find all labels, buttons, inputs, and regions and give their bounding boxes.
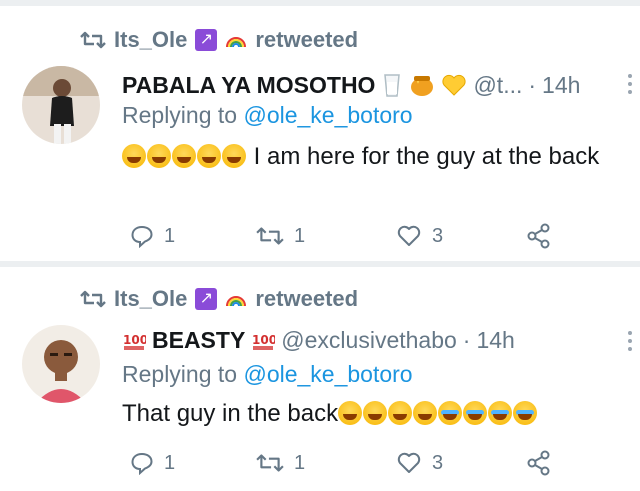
tweet-text: I am here for the guy at the back: [122, 140, 622, 174]
timestamp[interactable]: 14h: [542, 72, 580, 99]
tweet-text: That guy in the back: [122, 397, 622, 431]
retweet-button[interactable]: 1: [256, 225, 305, 248]
more-icon[interactable]: [628, 74, 632, 94]
retweeted-label: retweeted: [255, 27, 359, 52]
replying-to: Replying to @ole_ke_botoro: [122, 361, 413, 391]
share-button[interactable]: [526, 223, 552, 249]
retweet-icon: [256, 454, 284, 472]
separator-dot: ·: [528, 71, 537, 98]
hundred-icon: 100: [252, 333, 275, 350]
separator-dot: ·: [462, 326, 471, 353]
avatar[interactable]: [22, 66, 100, 144]
like-icon: [397, 452, 421, 473]
reply-icon: [131, 452, 153, 475]
action-bar: 1 1 3: [122, 447, 562, 479]
retweet-count: 1: [294, 451, 306, 474]
tweet-card[interactable]: Its_Ole ↗ retweeted PABALA YA MOSOTHO @t…: [0, 6, 640, 261]
milk-icon: [384, 74, 401, 97]
mention-link[interactable]: @ole_ke_botoro: [243, 361, 412, 387]
display-name[interactable]: BEASTY: [152, 327, 245, 354]
timestamp[interactable]: 14h: [476, 327, 514, 354]
reply-icon: [131, 225, 153, 248]
like-count: 3: [432, 451, 444, 474]
yellow-heart-icon: [442, 74, 467, 96]
replying-to-label: Replying to: [122, 102, 238, 128]
retweet-context: Its_Ole ↗ retweeted: [80, 285, 358, 313]
display-name[interactable]: PABALA YA MOSOTHO: [122, 72, 375, 99]
like-icon: [397, 225, 421, 246]
retweet-icon: [80, 31, 106, 49]
retweet-count: 1: [294, 224, 306, 247]
sagittarius-icon: ↗: [195, 288, 218, 310]
reply-button[interactable]: 1: [130, 451, 175, 475]
laughing-emoji-group: [122, 143, 247, 170]
hundred-icon: 100: [123, 333, 146, 350]
mention-link[interactable]: @ole_ke_botoro: [243, 102, 412, 128]
avatar-photo: [22, 325, 100, 403]
replying-to-label: Replying to: [122, 361, 238, 387]
tweet-text-content: I am here for the guy at the back: [253, 143, 600, 170]
honey-pot-icon: [411, 76, 434, 96]
sagittarius-icon: ↗: [195, 29, 218, 51]
share-icon: [527, 223, 550, 249]
action-bar: 1 1 3: [122, 220, 562, 252]
more-icon[interactable]: [628, 331, 632, 351]
like-button[interactable]: 3: [396, 224, 443, 248]
like-button[interactable]: 3: [396, 451, 443, 475]
retweeter-name[interactable]: Its_Ole: [114, 286, 187, 312]
tweet-header: 100 BEASTY 100 @exclusivethabo · 14h: [122, 325, 515, 355]
replying-to: Replying to @ole_ke_botoro: [122, 102, 413, 132]
rainbow-icon: [226, 296, 247, 307]
svg-text:100: 100: [123, 333, 146, 347]
retweet-icon: [80, 290, 106, 308]
share-button[interactable]: [526, 450, 552, 476]
handle[interactable]: @t...: [473, 72, 522, 99]
like-count: 3: [432, 224, 444, 247]
reply-button[interactable]: 1: [130, 224, 175, 248]
share-icon: [527, 450, 550, 476]
retweeter-name[interactable]: Its_Ole: [114, 27, 187, 53]
tweet-header: PABALA YA MOSOTHO @t... · 14h: [122, 70, 580, 100]
retweet-icon: [256, 227, 284, 245]
retweeted-label: retweeted: [255, 286, 359, 311]
laughing-emoji-group: [338, 400, 538, 427]
reply-count: 1: [164, 451, 176, 474]
avatar-photo: [22, 66, 100, 144]
tweet-text-content: That guy in the back: [122, 400, 339, 427]
handle[interactable]: @exclusivethabo: [281, 327, 457, 354]
avatar[interactable]: [22, 325, 100, 403]
svg-text:100: 100: [252, 333, 275, 347]
reply-count: 1: [164, 224, 176, 247]
retweet-button[interactable]: 1: [256, 452, 305, 475]
retweet-context: Its_Ole ↗ retweeted: [80, 26, 358, 54]
tweet-card[interactable]: Its_Ole ↗ retweeted 100 BEASTY 100 @excl…: [0, 267, 640, 491]
rainbow-icon: [226, 37, 247, 48]
